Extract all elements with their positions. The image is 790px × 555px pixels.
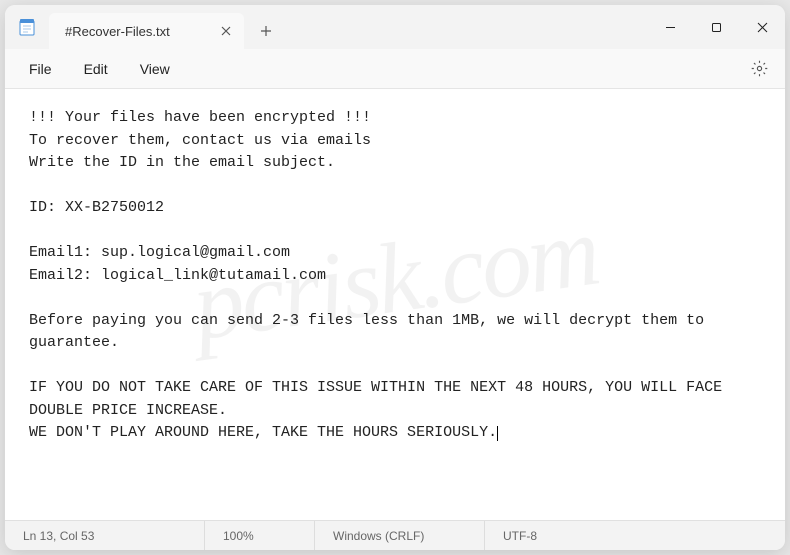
text-content[interactable]: !!! Your files have been encrypted !!! T…: [5, 89, 785, 520]
tab-title: #Recover-Files.txt: [65, 24, 170, 39]
status-position: Ln 13, Col 53: [5, 521, 205, 550]
menu-view[interactable]: View: [124, 55, 186, 83]
window-controls: [647, 5, 785, 49]
minimize-button[interactable]: [647, 5, 693, 49]
statusbar: Ln 13, Col 53 100% Windows (CRLF) UTF-8: [5, 520, 785, 550]
menubar: File Edit View: [5, 49, 785, 89]
tabs-container: #Recover-Files.txt: [49, 5, 647, 49]
menu-file[interactable]: File: [13, 55, 68, 83]
status-encoding: UTF-8: [485, 521, 785, 550]
gear-icon: [751, 60, 768, 77]
notepad-window: #Recover-Files.txt File Edit View: [5, 5, 785, 550]
maximize-button[interactable]: [693, 5, 739, 49]
new-tab-button[interactable]: [248, 13, 284, 49]
status-line-ending: Windows (CRLF): [315, 521, 485, 550]
status-zoom[interactable]: 100%: [205, 521, 315, 550]
notepad-icon: [17, 17, 37, 37]
menu-edit[interactable]: Edit: [68, 55, 124, 83]
close-tab-icon[interactable]: [218, 23, 234, 39]
titlebar: #Recover-Files.txt: [5, 5, 785, 49]
app-icon: [5, 5, 49, 49]
tab-active[interactable]: #Recover-Files.txt: [49, 13, 244, 49]
settings-button[interactable]: [741, 51, 777, 87]
close-window-button[interactable]: [739, 5, 785, 49]
